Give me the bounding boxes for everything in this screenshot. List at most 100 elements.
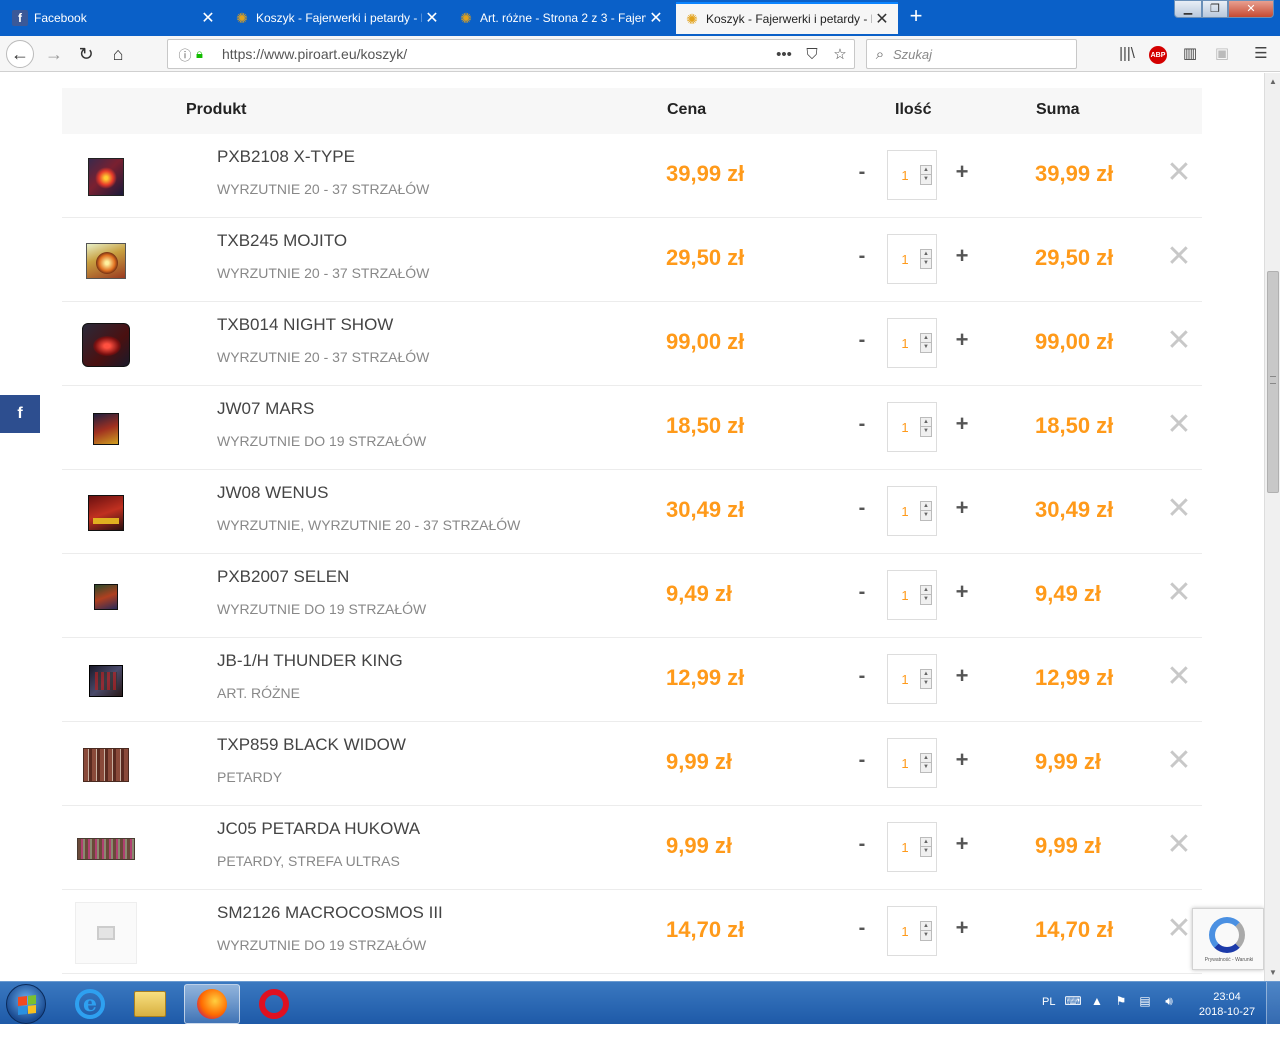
quantity-input[interactable] <box>890 837 920 857</box>
tab-close-icon[interactable]: ✕ <box>872 9 892 29</box>
quantity-increase-button[interactable]: + <box>954 495 970 521</box>
scroll-up-icon[interactable]: ▲ <box>1265 73 1280 90</box>
product-category[interactable]: ART. RÓŻNE <box>217 685 300 701</box>
reload-button[interactable]: ↻ <box>72 40 100 68</box>
quantity-stepper[interactable]: ▲ ▼ <box>887 234 937 284</box>
spin-down-icon[interactable]: ▼ <box>921 343 931 352</box>
quantity-decrease-button[interactable]: - <box>855 581 869 604</box>
remove-item-button[interactable]: ✕ <box>1166 410 1192 440</box>
recaptcha-badge[interactable]: Prywatność - Warunki <box>1192 908 1264 970</box>
spin-up-icon[interactable]: ▲ <box>921 334 931 343</box>
quantity-spinner[interactable]: ▲ ▼ <box>920 501 932 521</box>
spin-down-icon[interactable]: ▼ <box>921 175 931 184</box>
new-tab-button[interactable]: + <box>902 4 930 30</box>
quantity-stepper[interactable]: ▲ ▼ <box>887 738 937 788</box>
spin-up-icon[interactable]: ▲ <box>921 838 931 847</box>
info-icon[interactable]: ⓘ <box>174 45 196 64</box>
quantity-increase-button[interactable]: + <box>954 411 970 437</box>
product-name[interactable]: TXB245 MOJITO <box>217 231 347 251</box>
product-thumbnail[interactable] <box>74 482 138 544</box>
spin-down-icon[interactable]: ▼ <box>921 259 931 268</box>
quantity-stepper[interactable]: ▲ ▼ <box>887 318 937 368</box>
product-name[interactable]: JC05 PETARDA HUKOWA <box>217 819 420 839</box>
quantity-spinner[interactable]: ▲ ▼ <box>920 921 932 941</box>
remove-item-button[interactable]: ✕ <box>1166 746 1192 776</box>
spin-up-icon[interactable]: ▲ <box>921 922 931 931</box>
spin-up-icon[interactable]: ▲ <box>921 754 931 763</box>
quantity-input[interactable] <box>890 501 920 521</box>
address-bar[interactable]: ⓘ 🔒︎ https://www.piroart.eu/koszyk/ ••• … <box>167 39 855 69</box>
quantity-stepper[interactable]: ▲ ▼ <box>887 402 937 452</box>
keyboard-icon[interactable]: ⌨ <box>1064 994 1082 1037</box>
quantity-increase-button[interactable]: + <box>954 327 970 353</box>
quantity-spinner[interactable]: ▲ ▼ <box>920 585 932 605</box>
quantity-input[interactable] <box>890 249 920 269</box>
url-text[interactable]: https://www.piroart.eu/koszyk/ <box>214 46 770 62</box>
pocket-icon[interactable]: ⛉ <box>798 46 826 63</box>
quantity-decrease-button[interactable]: - <box>855 665 869 688</box>
product-category[interactable]: PETARDY, STREFA ULTRAS <box>217 853 400 869</box>
quantity-input[interactable] <box>890 585 920 605</box>
show-desktop-button[interactable] <box>1266 982 1280 1025</box>
product-category[interactable]: WYRZUTNIE 20 - 37 STRZAŁÓW <box>217 181 429 197</box>
quantity-decrease-button[interactable]: - <box>855 497 869 520</box>
taskbar-file-explorer[interactable] <box>122 984 178 1024</box>
product-category[interactable]: PETARDY <box>217 769 282 785</box>
spin-down-icon[interactable]: ▼ <box>921 595 931 604</box>
product-thumbnail[interactable] <box>74 734 138 796</box>
spin-down-icon[interactable]: ▼ <box>921 427 931 436</box>
remove-item-button[interactable]: ✕ <box>1166 494 1192 524</box>
remove-item-button[interactable]: ✕ <box>1166 326 1192 356</box>
product-category[interactable]: WYRZUTNIE 20 - 37 STRZAŁÓW <box>217 265 429 281</box>
spin-up-icon[interactable]: ▲ <box>921 166 931 175</box>
tab-close-icon[interactable]: ✕ <box>646 8 666 28</box>
quantity-spinner[interactable]: ▲ ▼ <box>920 753 932 773</box>
product-name[interactable]: JW07 MARS <box>217 399 314 419</box>
product-thumbnail[interactable] <box>74 314 138 376</box>
quantity-increase-button[interactable]: + <box>954 243 970 269</box>
quantity-stepper[interactable]: ▲ ▼ <box>887 654 937 704</box>
spin-down-icon[interactable]: ▼ <box>921 679 931 688</box>
adblock-icon[interactable]: ABP <box>1149 46 1167 64</box>
remove-item-button[interactable]: ✕ <box>1166 662 1192 692</box>
menu-icon[interactable]: ☰ <box>1250 44 1272 66</box>
product-thumbnail[interactable] <box>74 650 138 712</box>
product-category[interactable]: WYRZUTNIE, WYRZUTNIE 20 - 37 STRZAŁÓW <box>217 517 520 533</box>
spin-up-icon[interactable]: ▲ <box>921 250 931 259</box>
tab-close-icon[interactable]: ✕ <box>422 8 442 28</box>
tab-koszyk-active[interactable]: ✺ Koszyk - Fajerwerki i petardy - F ✕ <box>676 2 898 34</box>
remove-item-button[interactable]: ✕ <box>1166 830 1192 860</box>
sidebar-icon[interactable]: ▥ <box>1179 44 1201 66</box>
forward-button[interactable]: → <box>40 40 68 68</box>
quantity-stepper[interactable]: ▲ ▼ <box>887 906 937 956</box>
quantity-input[interactable] <box>890 921 920 941</box>
minimize-button[interactable]: ▁ <box>1174 0 1202 18</box>
quantity-decrease-button[interactable]: - <box>855 413 869 436</box>
product-name[interactable]: JB-1/H THUNDER KING <box>217 651 403 671</box>
product-thumbnail[interactable] <box>74 902 138 964</box>
quantity-spinner[interactable]: ▲ ▼ <box>920 249 932 269</box>
page-actions-icon[interactable]: ••• <box>770 46 798 63</box>
scroll-down-icon[interactable]: ▼ <box>1265 964 1280 981</box>
quantity-input[interactable] <box>890 669 920 689</box>
taskbar-opera[interactable] <box>246 984 302 1024</box>
quantity-input[interactable] <box>890 333 920 353</box>
quantity-stepper[interactable]: ▲ ▼ <box>887 150 937 200</box>
quantity-stepper[interactable]: ▲ ▼ <box>887 822 937 872</box>
remove-item-button[interactable]: ✕ <box>1166 158 1192 188</box>
quantity-input[interactable] <box>890 165 920 185</box>
quantity-decrease-button[interactable]: - <box>855 917 869 940</box>
quantity-stepper[interactable]: ▲ ▼ <box>887 570 937 620</box>
quantity-increase-button[interactable]: + <box>954 747 970 773</box>
product-category[interactable]: WYRZUTNIE 20 - 37 STRZAŁÓW <box>217 349 429 365</box>
vertical-scrollbar[interactable]: ▲ ▼ <box>1264 73 1280 981</box>
quantity-spinner[interactable]: ▲ ▼ <box>920 333 932 353</box>
library-icon[interactable]: |||\ <box>1116 44 1138 66</box>
quantity-increase-button[interactable]: + <box>954 915 970 941</box>
quantity-decrease-button[interactable]: - <box>855 161 869 184</box>
quantity-decrease-button[interactable]: - <box>855 749 869 772</box>
product-thumbnail[interactable] <box>74 146 138 208</box>
product-name[interactable]: PXB2007 SELEN <box>217 567 349 587</box>
quantity-spinner[interactable]: ▲ ▼ <box>920 837 932 857</box>
spin-down-icon[interactable]: ▼ <box>921 763 931 772</box>
